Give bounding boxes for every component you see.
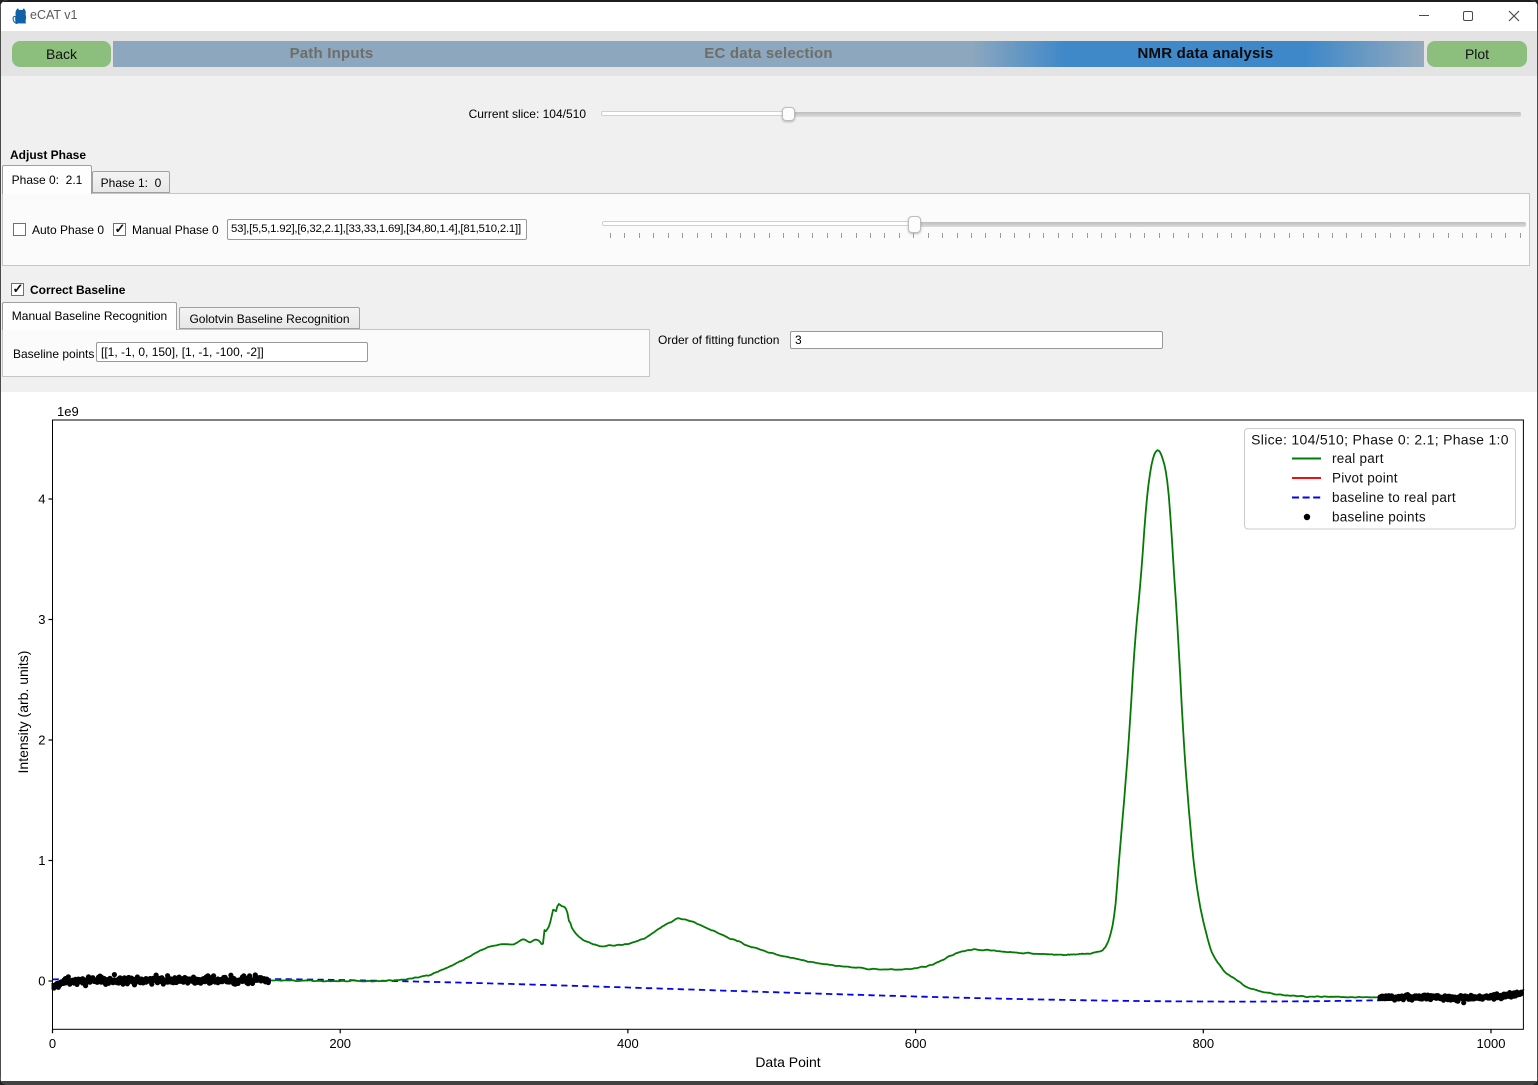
svg-text:200: 200 [329,1036,351,1051]
svg-text:baseline points: baseline points [1332,510,1426,525]
svg-text:Intensity (arb. units): Intensity (arb. units) [15,651,31,774]
svg-text:400: 400 [617,1036,639,1051]
svg-text:800: 800 [1192,1036,1214,1051]
svg-text:1000: 1000 [1477,1036,1506,1051]
svg-text:600: 600 [905,1036,927,1051]
svg-text:1: 1 [38,853,45,868]
svg-text:Data Point: Data Point [755,1054,820,1070]
svg-text:3: 3 [38,612,45,627]
svg-text:0: 0 [49,1036,56,1051]
svg-text:real part: real part [1332,451,1384,466]
svg-text:Slice: 104/510; Phase 0: 2.1;: Slice: 104/510; Phase 0: 2.1; Phase 1:0 [1251,432,1509,448]
svg-text:Pivot point: Pivot point [1332,471,1398,486]
svg-text:1e9: 1e9 [57,404,79,419]
svg-text:0: 0 [38,974,45,989]
svg-text:4: 4 [38,492,45,507]
svg-text:baseline to real part: baseline to real part [1332,490,1456,505]
svg-text:2: 2 [38,733,45,748]
